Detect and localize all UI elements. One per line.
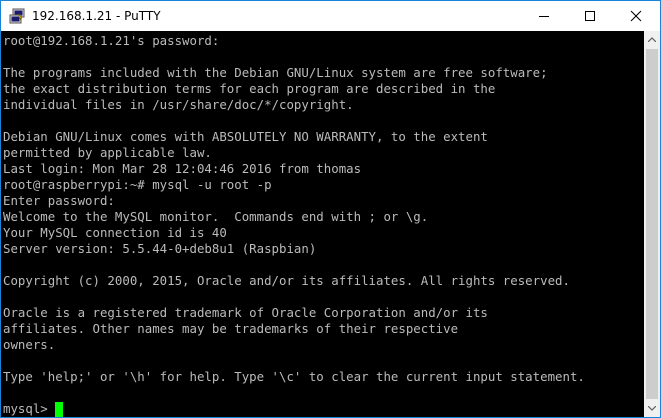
terminal-line: owners. (3, 337, 56, 352)
terminal-line: Oracle is a registered trademark of Orac… (3, 305, 488, 320)
terminal-screen[interactable]: root@192.168.1.21's password: The progra… (1, 31, 644, 417)
terminal-line: Server version: 5.5.44-0+deb8u1 (Raspbia… (3, 241, 317, 256)
terminal-line: individual files in /usr/share/doc/*/cop… (3, 97, 354, 112)
terminal-line: Welcome to the MySQL monitor. Commands e… (3, 209, 429, 224)
terminal-cursor (55, 402, 64, 417)
mysql-prompt-line[interactable]: mysql> (3, 401, 64, 417)
close-icon (630, 10, 642, 22)
terminal-line: Copyright (c) 2000, 2015, Oracle and/or … (3, 273, 570, 288)
maximize-icon (585, 11, 595, 21)
terminal-line: The programs included with the Debian GN… (3, 65, 548, 80)
terminal-line: root@raspberrypi:~# mysql -u root -p (3, 177, 272, 192)
scroll-up-button[interactable] (644, 31, 660, 48)
mysql-prompt: mysql> (3, 401, 56, 416)
putty-icon[interactable] (9, 8, 25, 24)
terminal-line: Debian GNU/Linux comes with ABSOLUTELY N… (3, 129, 488, 144)
terminal-line: permitted by applicable law. (3, 145, 212, 160)
terminal-line: Last login: Mon Mar 28 12:04:46 2016 fro… (3, 161, 362, 176)
scroll-thumb[interactable] (646, 49, 658, 399)
maximize-button[interactable] (567, 1, 613, 30)
minimize-button[interactable] (521, 1, 567, 30)
scroll-up-arrow-icon (648, 37, 656, 42)
terminal-line: affiliates. Other names may be trademark… (3, 321, 459, 336)
terminal-line: Enter password: (3, 193, 115, 208)
putty-window: 192.168.1.21 - PuTTY root@192.168.1.21's… (0, 0, 661, 418)
terminal-line: Your MySQL connection id is 40 (3, 225, 227, 240)
title-bar[interactable]: 192.168.1.21 - PuTTY (1, 1, 660, 31)
scroll-down-arrow-icon (648, 406, 656, 411)
scroll-down-button[interactable] (644, 400, 660, 417)
terminal-line: Type 'help;' or '\h' for help. Type '\c'… (3, 369, 585, 384)
terminal-line: the exact distribution terms for each pr… (3, 81, 496, 96)
terminal-line: root@192.168.1.21's password: (3, 33, 220, 48)
vertical-scrollbar[interactable] (644, 31, 660, 417)
minimize-icon (539, 16, 549, 17)
window-title: 192.168.1.21 - PuTTY (32, 9, 161, 23)
close-button[interactable] (613, 1, 659, 30)
